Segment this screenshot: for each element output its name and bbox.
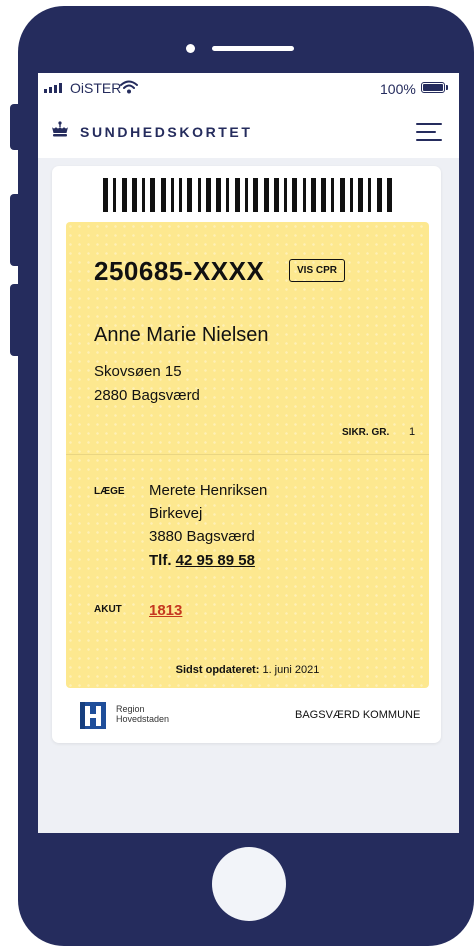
crown-icon: [52, 121, 68, 137]
barcode-bar: [150, 178, 156, 212]
emergency-label: AKUT: [94, 604, 122, 615]
barcode-bar: [273, 178, 279, 212]
barcode-bar: [197, 178, 201, 212]
front-camera: [186, 44, 195, 53]
barcode-bar: [321, 178, 327, 212]
barcode-bar: [216, 178, 222, 212]
home-button[interactable]: [212, 847, 286, 921]
status-bar: OiSTER 100%: [38, 73, 459, 103]
patient-name: Anne Marie Nielsen: [94, 324, 269, 346]
barcode-bar: [339, 178, 345, 212]
signal-icon: [44, 83, 62, 93]
region-hovedstaden-logo: [80, 702, 106, 729]
barcode-bar: [187, 178, 193, 212]
battery-cap: [446, 85, 448, 90]
barcode-bar: [244, 178, 248, 212]
hamburger-menu-icon[interactable]: [416, 122, 442, 142]
phone-label: Tlf.: [149, 552, 172, 569]
address-line-1: Skovsøen 15: [94, 363, 182, 380]
carrier-name: OiSTER: [70, 80, 122, 96]
region-line-2: Hovedstaden: [116, 714, 170, 724]
insurance-group-value: 1: [409, 426, 416, 438]
wifi-icon: [120, 80, 138, 94]
barcode-bar: [284, 178, 288, 212]
barcode-bar: [226, 178, 230, 212]
municipality-name: BAGSVÆRD KOMMUNE: [295, 709, 421, 721]
phone-speaker: [212, 46, 294, 51]
barcode-bar: [368, 178, 372, 212]
doctor-name: Merete Henriksen: [149, 482, 268, 499]
app-title: SUNDHEDSKORTET: [80, 124, 253, 140]
barcode-bar: [302, 178, 306, 212]
health-card: 250685-XXXX VIS CPR Anne Marie Nielsen S…: [52, 166, 441, 743]
doctor-city: 3880 Bagsværd: [149, 528, 255, 545]
last-updated: Sidst opdateret: 1. juni 2021: [66, 664, 429, 676]
doctor-label: LÆGE: [94, 486, 125, 497]
barcode-bar: [170, 178, 174, 212]
updated-label: Sidst opdateret:: [175, 664, 260, 676]
barcode-bar: [292, 178, 298, 212]
barcode-bar: [103, 178, 108, 212]
barcode-bar: [253, 178, 259, 212]
updated-date: 1. juni 2021: [262, 664, 320, 676]
barcode-bar: [263, 178, 269, 212]
barcode-bar: [160, 178, 166, 212]
cpr-number: 250685-XXXX: [94, 256, 265, 286]
barcode-bar: [386, 178, 392, 212]
battery-percentage: 100%: [380, 81, 416, 97]
barcode-bar: [205, 178, 211, 212]
insurance-group-label: SIKR. GR.: [342, 427, 390, 438]
barcode-bar: [349, 178, 353, 212]
barcode-bar: [142, 178, 146, 212]
address-line-2: 2880 Bagsværd: [94, 387, 200, 404]
battery-icon: [421, 82, 445, 93]
barcode-bar: [113, 178, 117, 212]
show-cpr-button[interactable]: VIS CPR: [289, 259, 346, 282]
barcode-bar: [234, 178, 240, 212]
barcode-bar: [331, 178, 335, 212]
barcode: [103, 178, 392, 212]
barcode-bar: [310, 178, 316, 212]
section-divider: [66, 454, 429, 455]
doctor-phone-link[interactable]: 42 95 89 58: [176, 552, 255, 569]
barcode-bar: [376, 178, 382, 212]
barcode-bar: [121, 178, 127, 212]
card-details-panel: 250685-XXXX VIS CPR Anne Marie Nielsen S…: [66, 222, 429, 688]
phone-screen: OiSTER 100% SUNDHEDSKORTET 250685-XXXX V…: [38, 73, 459, 833]
emergency-phone-link[interactable]: 1813: [149, 602, 182, 619]
barcode-bar: [358, 178, 364, 212]
doctor-phone: Tlf. 42 95 89 58: [149, 552, 255, 569]
app-header: SUNDHEDSKORTET: [38, 103, 459, 158]
barcode-bar: [179, 178, 183, 212]
region-name: Region Hovedstaden: [116, 704, 169, 724]
region-line-1: Region: [116, 704, 145, 714]
barcode-bar: [131, 178, 137, 212]
doctor-street: Birkevej: [149, 505, 203, 522]
